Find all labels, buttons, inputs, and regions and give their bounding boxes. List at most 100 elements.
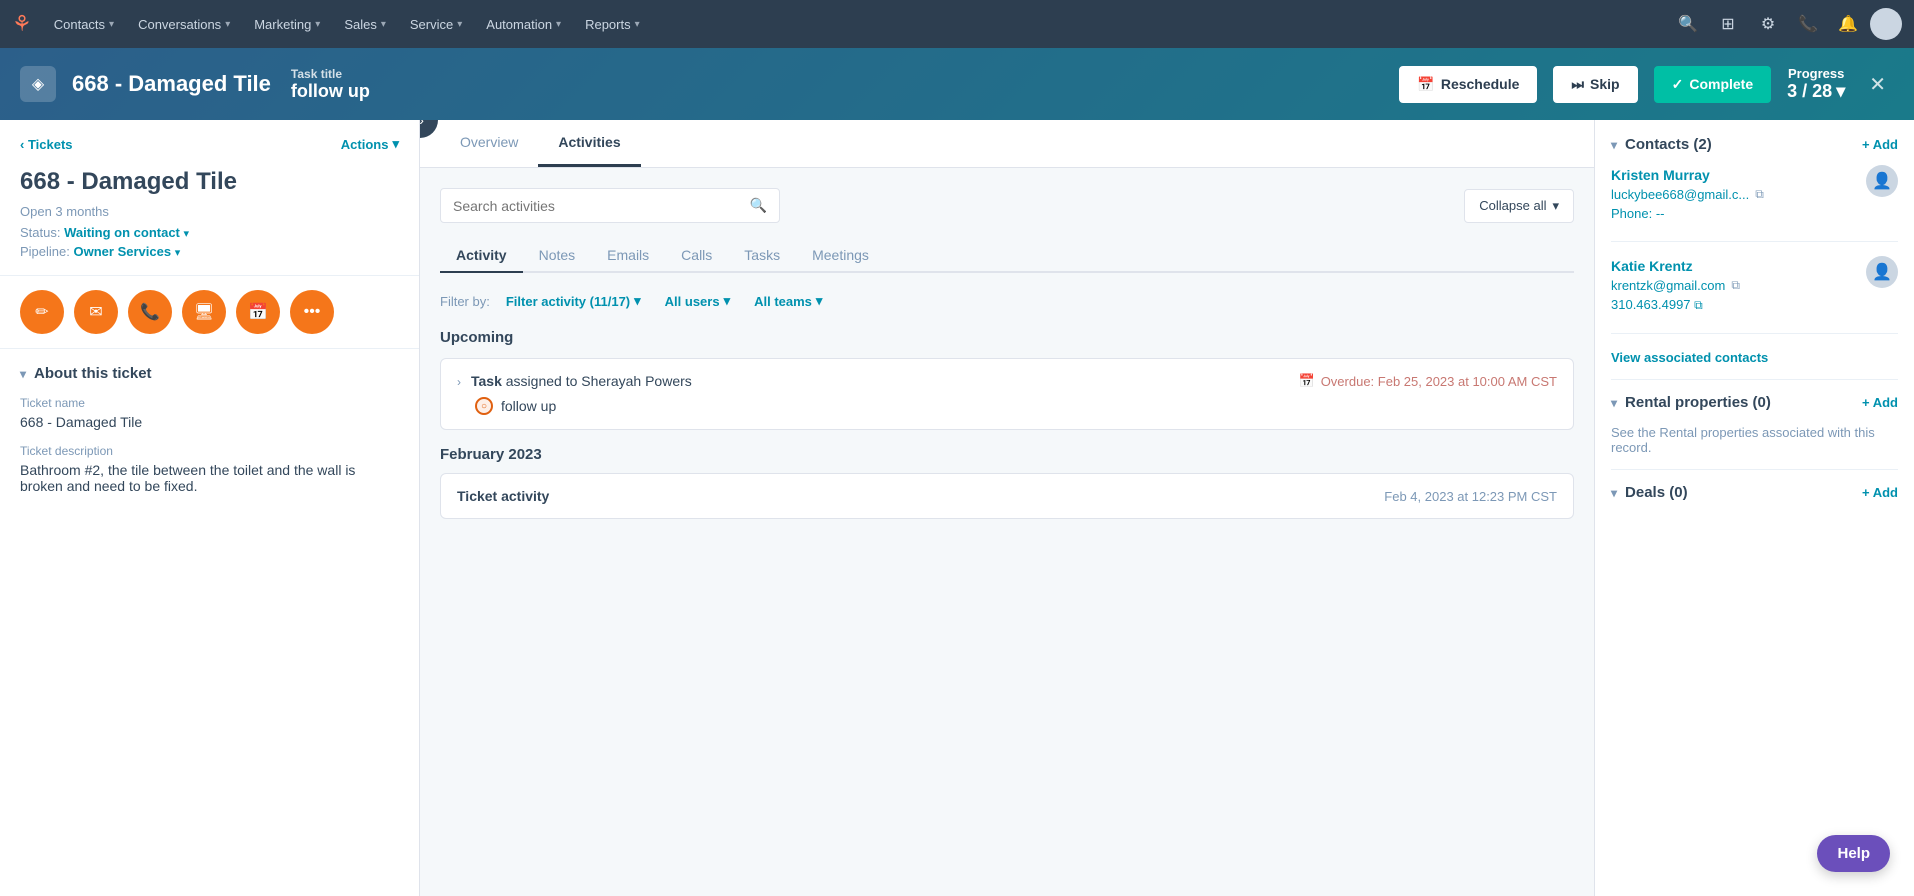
- copy-email-2-icon[interactable]: ⧉: [1731, 278, 1740, 293]
- breadcrumb-tickets-link[interactable]: ‹ Tickets: [20, 137, 73, 152]
- filter-teams-chevron-icon: ▾: [816, 293, 823, 309]
- notifications-icon[interactable]: 🔔: [1830, 6, 1866, 42]
- more-actions-button[interactable]: •••: [290, 290, 334, 334]
- rental-section-header: ▾ Rental properties (0) + Add: [1611, 394, 1898, 411]
- marketplace-icon[interactable]: ⊞: [1710, 6, 1746, 42]
- settings-icon[interactable]: ⚙: [1750, 6, 1786, 42]
- sub-tab-emails[interactable]: Emails: [591, 239, 665, 273]
- phone-icon[interactable]: 📞: [1790, 6, 1826, 42]
- activity-expand-icon[interactable]: ›: [457, 375, 461, 389]
- rental-section-title[interactable]: ▾ Rental properties (0): [1611, 394, 1771, 411]
- contact-1-info: Kristen Murray luckybee668@gmail.c... ⧉ …: [1611, 167, 1764, 225]
- upcoming-label: Upcoming: [440, 329, 1574, 346]
- search-box[interactable]: 🔍: [440, 188, 780, 223]
- contact-2-phone-number[interactable]: 310.463.4997: [1611, 297, 1691, 312]
- ticket-name-value: 668 - Damaged Tile: [20, 414, 399, 430]
- email-icon-button[interactable]: ✉: [74, 290, 118, 334]
- contact-row-1: Kristen Murray luckybee668@gmail.c... ⧉ …: [1611, 167, 1898, 225]
- contacts-section-title[interactable]: ▾ Contacts (2): [1611, 136, 1712, 153]
- search-button[interactable]: 🔍: [1670, 6, 1706, 42]
- edit-icon-button[interactable]: ✏: [20, 290, 64, 334]
- task-badge-icon: ◈: [20, 66, 56, 102]
- task-followup-name: follow up: [501, 398, 556, 414]
- progress-label: Progress: [1787, 66, 1845, 81]
- rental-add-link[interactable]: + Add: [1862, 395, 1898, 410]
- sub-tab-calls[interactable]: Calls: [665, 239, 728, 273]
- close-taskbar-button[interactable]: ✕: [1861, 68, 1894, 101]
- month-label: February 2023: [440, 446, 1574, 463]
- ticket-name-label: Ticket name: [20, 396, 399, 410]
- task-status-circle[interactable]: ○: [475, 397, 493, 415]
- nav-reports[interactable]: Reports ▾: [575, 11, 650, 38]
- deals-section-title[interactable]: ▾ Deals (0): [1611, 484, 1688, 501]
- filter-by-label: Filter by:: [440, 294, 490, 309]
- filter-users-chevron-icon: ▾: [724, 293, 731, 309]
- task-title-value: follow up: [291, 81, 1383, 102]
- video-icon-button[interactable]: 🖥: [182, 290, 226, 334]
- left-panel-header: ‹ Tickets Actions ▾ 668 - Damaged Tile O…: [0, 120, 419, 276]
- status-value[interactable]: Waiting on contact: [64, 225, 180, 240]
- sub-tab-tasks[interactable]: Tasks: [728, 239, 796, 273]
- contact-1-phone: Phone: --: [1611, 206, 1764, 221]
- nav-automation[interactable]: Automation ▾: [476, 11, 571, 38]
- nav-service[interactable]: Service ▾: [400, 11, 472, 38]
- skip-button[interactable]: ⏭ Skip: [1553, 66, 1637, 103]
- rental-chevron-icon: ▾: [1611, 396, 1617, 410]
- about-header[interactable]: ▾ About this ticket: [20, 365, 399, 382]
- breadcrumb: ‹ Tickets Actions ▾: [20, 136, 399, 152]
- nav-sales[interactable]: Sales ▾: [334, 11, 396, 38]
- deals-add-link[interactable]: + Add: [1862, 485, 1898, 500]
- sub-tab-meetings[interactable]: Meetings: [796, 239, 885, 273]
- filter-activity-button[interactable]: Filter activity (11/17) ▾: [498, 289, 649, 313]
- search-input[interactable]: [453, 198, 742, 214]
- activity-card-upcoming: › Task assigned to Sherayah Powers 📅 Ove…: [440, 358, 1574, 430]
- contact-2-email[interactable]: krentzk@gmail.com ⧉: [1611, 278, 1740, 293]
- call-icon-button[interactable]: 📞: [128, 290, 172, 334]
- nav-conversations[interactable]: Conversations ▾: [128, 11, 240, 38]
- activity-info: Task assigned to Sherayah Powers: [471, 373, 1289, 389]
- contact-2-name[interactable]: Katie Krentz: [1611, 258, 1740, 274]
- contact-2-avatar: 👤: [1866, 256, 1898, 288]
- calendar-icon-button[interactable]: 📅: [236, 290, 280, 334]
- contacts-chevron-icon: ▾: [1611, 138, 1617, 152]
- copy-email-1-icon[interactable]: ⧉: [1755, 187, 1764, 202]
- progress-value: 3 / 28 ▾: [1787, 81, 1845, 102]
- sub-tab-activity[interactable]: Activity: [440, 239, 523, 273]
- view-associated-contacts-link[interactable]: View associated contacts: [1611, 350, 1898, 365]
- hubspot-logo[interactable]: ⚘: [12, 11, 32, 37]
- sales-chevron-icon: ▾: [381, 19, 386, 30]
- contact-card-kristen: Kristen Murray luckybee668@gmail.c... ⧉ …: [1611, 167, 1898, 242]
- tab-activities[interactable]: Activities: [538, 120, 640, 167]
- pipeline-value[interactable]: Owner Services: [74, 244, 172, 259]
- contact-1-name[interactable]: Kristen Murray: [1611, 167, 1764, 183]
- collapse-all-button[interactable]: Collapse all ▾: [1464, 189, 1574, 223]
- actions-dropdown[interactable]: Actions ▾: [341, 136, 399, 152]
- check-icon: ✓: [1672, 76, 1684, 93]
- contact-card-katie: Katie Krentz krentzk@gmail.com ⧉ 310.463…: [1611, 258, 1898, 334]
- sub-tab-notes[interactable]: Notes: [523, 239, 592, 273]
- divider-2: [1611, 469, 1898, 470]
- actions-chevron-icon: ▾: [392, 136, 399, 152]
- contact-1-email[interactable]: luckybee668@gmail.c... ⧉: [1611, 187, 1764, 202]
- filter-activity-chevron-icon: ▾: [634, 293, 641, 309]
- record-age: Open 3 months: [20, 204, 399, 219]
- filter-users-button[interactable]: All users ▾: [657, 289, 738, 313]
- reschedule-button[interactable]: 📅 Reschedule: [1399, 66, 1537, 103]
- ticket-name-field: Ticket name 668 - Damaged Tile: [20, 396, 399, 430]
- help-button[interactable]: Help: [1817, 835, 1890, 872]
- contacts-add-link[interactable]: + Add: [1862, 137, 1898, 152]
- center-panel: » Overview Activities 🔍 Collapse all ▾: [420, 120, 1594, 896]
- activities-content: 🔍 Collapse all ▾ Activity Notes Emails C…: [420, 168, 1594, 539]
- record-pipeline: Pipeline: Owner Services ▾: [20, 244, 399, 259]
- copy-phone-2-icon[interactable]: ⧉: [1694, 298, 1703, 312]
- complete-button[interactable]: ✓ Complete: [1654, 66, 1772, 103]
- action-icons-row: ✏ ✉ 📞 🖥 📅 •••: [0, 276, 419, 349]
- user-avatar[interactable]: [1870, 8, 1902, 40]
- calendar-icon: 📅: [1417, 76, 1434, 93]
- nav-contacts[interactable]: Contacts ▾: [44, 11, 124, 38]
- tab-overview[interactable]: Overview: [440, 120, 538, 167]
- filter-teams-button[interactable]: All teams ▾: [746, 289, 830, 313]
- about-section: ▾ About this ticket Ticket name 668 - Da…: [0, 349, 419, 524]
- nav-marketing[interactable]: Marketing ▾: [244, 11, 330, 38]
- progress-block[interactable]: Progress 3 / 28 ▾: [1787, 66, 1845, 102]
